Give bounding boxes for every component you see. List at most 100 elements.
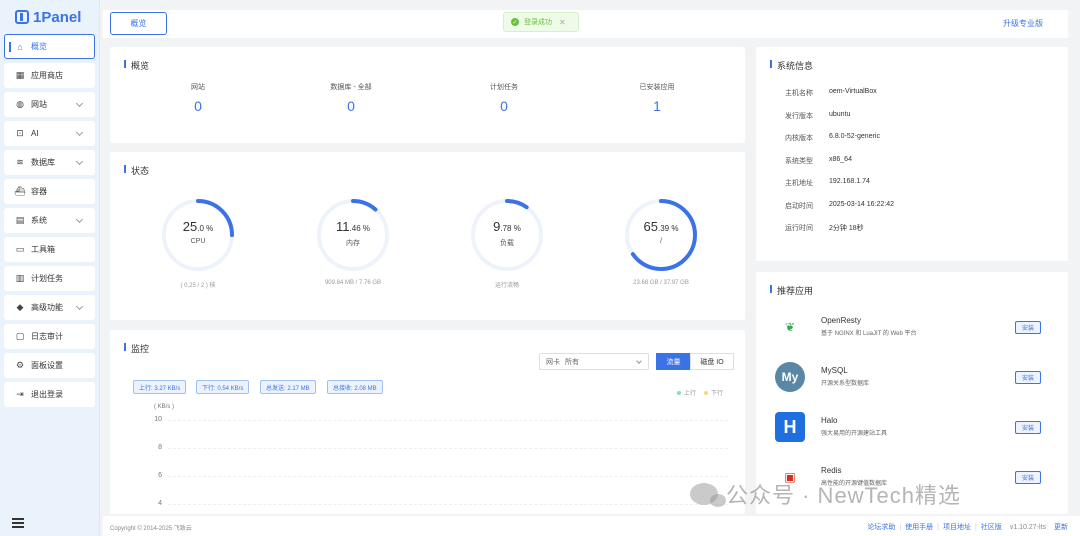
install-button[interactable]: 安装	[1015, 371, 1041, 384]
sidebar-item-10[interactable]: ▢ 日志审计	[4, 324, 95, 349]
home-icon: ⌂	[17, 41, 23, 52]
sidebar-item-2[interactable]: ◍ 网站	[4, 92, 95, 117]
top-bar: 概览 升级专业版	[103, 10, 1068, 38]
gauge-value: 65.39 %	[621, 219, 701, 234]
y-axis-unit: ( KB/s )	[154, 404, 175, 410]
gauge-value: 11.46 %	[313, 219, 393, 234]
overview-stat[interactable]: 已安装应用 1	[597, 82, 717, 114]
install-button[interactable]: 安装	[1015, 421, 1041, 434]
sidebar-item-0[interactable]: ⌂ 概览	[4, 34, 95, 59]
status-title: 状态	[124, 164, 149, 177]
calendar-icon: ▥	[15, 273, 25, 283]
legend-item[interactable]: 下行	[704, 388, 723, 397]
info-key: 内核版本	[785, 135, 813, 142]
overview-stat[interactable]: 数据库 - 全部 0	[291, 82, 411, 114]
nic-select[interactable]: 网卡 所有	[539, 353, 649, 370]
sidebar-item-8[interactable]: ▥ 计划任务	[4, 266, 95, 291]
install-button[interactable]: 安装	[1015, 321, 1041, 334]
sidebar-item-11[interactable]: ⚙ 面板设置	[4, 353, 95, 378]
sidebar-item-1[interactable]: ▦ 应用商店	[4, 63, 95, 88]
sidebar-item-label: 退出登录	[31, 390, 63, 399]
chevron-down-icon	[75, 302, 84, 311]
traffic-toggle[interactable]: 流量	[656, 353, 691, 370]
gauge-value-dec: .39 %	[658, 224, 679, 233]
chevron-down-icon	[75, 128, 84, 137]
globe-icon: ◍	[16, 99, 24, 109]
monitor-title: 监控	[124, 342, 149, 355]
info-key: 主机名称	[785, 90, 813, 97]
info-value: 2分钟 18秒	[829, 225, 864, 232]
sidebar-item-4[interactable]: ≋ 数据库	[4, 150, 95, 175]
brand-logo[interactable]: 1Panel	[0, 0, 99, 34]
disk-io-toggle[interactable]: 磁盘 IO	[690, 353, 734, 370]
sidebar-item-label: 容器	[31, 187, 47, 196]
watermark: 公众号 · NewTech精选	[690, 478, 961, 510]
app-name: OpenResty	[821, 316, 862, 325]
sidebar-item-3[interactable]: ⊡ AI	[4, 121, 95, 146]
sidebar-item-label: 网站	[31, 100, 47, 109]
1panel-logo-icon	[15, 10, 29, 24]
sidebar-item-label: 计划任务	[31, 274, 63, 283]
status-gauge[interactable]: 25.0 % CPU	[158, 195, 238, 275]
status-gauge[interactable]: 65.39 % /	[621, 195, 701, 275]
status-gauge[interactable]: 9.78 % 负载	[467, 195, 547, 275]
logout-icon: ⇥	[16, 389, 24, 399]
gauge-subtext: 23.68 GB / 37.97 GB	[633, 280, 689, 286]
sidebar-item-label: 面板设置	[31, 361, 63, 370]
recommended-apps-title: 推荐应用	[770, 284, 813, 297]
wechat-icon	[690, 483, 726, 507]
gauge-value-int: 25	[182, 219, 198, 234]
traffic-tag: 总接收: 2.08 MB	[327, 380, 383, 394]
footer: Copyright © 2014-2025 飞致云 论坛求助 | 使用手册 | 项目…	[103, 516, 1080, 536]
gauge-ring	[317, 199, 389, 271]
chevron-down-icon	[75, 157, 84, 166]
sidebar-item-12[interactable]: ⇥ 退出登录	[4, 382, 95, 407]
app-item[interactable]: ❦ OpenResty 基于 NGINX 和 LuaJIT 的 Web 平台 安装	[775, 310, 1055, 350]
upgrade-pro-link[interactable]: 升级专业版	[1003, 18, 1043, 29]
sidebar-item-label: 数据库	[31, 158, 55, 167]
status-gauge[interactable]: 11.46 % 内存	[313, 195, 393, 275]
info-key: 启动时间	[785, 202, 813, 210]
sidebar-item-5[interactable]: ⛴ 容器	[4, 179, 95, 204]
openresty-icon: ❦	[775, 312, 805, 342]
sidebar-item-9[interactable]: ◆ 高级功能	[4, 295, 95, 320]
forum-link[interactable]: 论坛求助	[863, 522, 899, 532]
overview-title: 概览	[124, 59, 149, 72]
stat-value: 0	[194, 98, 202, 114]
gauge-subtext: 909.84 MB / 7.76 GB	[324, 280, 382, 286]
update-link[interactable]: 更新	[1050, 522, 1072, 532]
y-tick: 6	[158, 472, 162, 479]
version: v1.10.27-lts	[1009, 523, 1046, 531]
legend-item[interactable]: 上行	[677, 388, 696, 397]
info-key: 主机地址	[785, 180, 813, 187]
chevron-down-icon	[75, 99, 84, 108]
system-info-row: 主机名称 oem-VirtualBox	[785, 88, 877, 98]
app-item[interactable]: My MySQL 开源关系型数据库 安装	[775, 360, 1055, 400]
install-button[interactable]: 安装	[1015, 471, 1041, 484]
gridline	[168, 420, 728, 421]
info-value: oem-VirtualBox	[829, 88, 877, 95]
gauge-name: /	[660, 238, 662, 245]
toast-close-icon[interactable]: ✕	[559, 18, 566, 27]
y-tick: 10	[154, 416, 162, 423]
overview-stat[interactable]: 计划任务 0	[444, 82, 564, 114]
brand-name: 1Panel	[33, 8, 82, 26]
app-item[interactable]: H Halo 强大易用的开源建站工具 安装	[775, 410, 1055, 450]
system-info-row: 内核版本 6.8.0-52-generic	[785, 133, 880, 143]
system-info-row: 系统类型 x86_64	[785, 156, 852, 166]
system-info-row: 发行版本 ubuntu	[785, 111, 850, 121]
info-value: 6.8.0-52-generic	[829, 133, 880, 140]
project-link[interactable]: 项目地址	[939, 522, 975, 532]
tab-overview[interactable]: 概览	[110, 12, 167, 35]
menu-collapse-icon[interactable]	[12, 518, 24, 528]
manual-link[interactable]: 使用手册	[901, 522, 937, 532]
edition-link[interactable]: 社区版	[977, 522, 1006, 532]
copyright: Copyright © 2014-2025 飞致云	[110, 526, 192, 532]
sidebar-item-7[interactable]: ▭ 工具箱	[4, 237, 95, 262]
stat-label: 计划任务	[490, 84, 518, 91]
grid-icon: ▦	[15, 70, 25, 80]
stat-label: 网站	[191, 84, 205, 91]
overview-stat[interactable]: 网站 0	[138, 82, 258, 114]
sidebar-item-6[interactable]: ▤ 系统	[4, 208, 95, 233]
info-value: x86_64	[829, 155, 852, 163]
